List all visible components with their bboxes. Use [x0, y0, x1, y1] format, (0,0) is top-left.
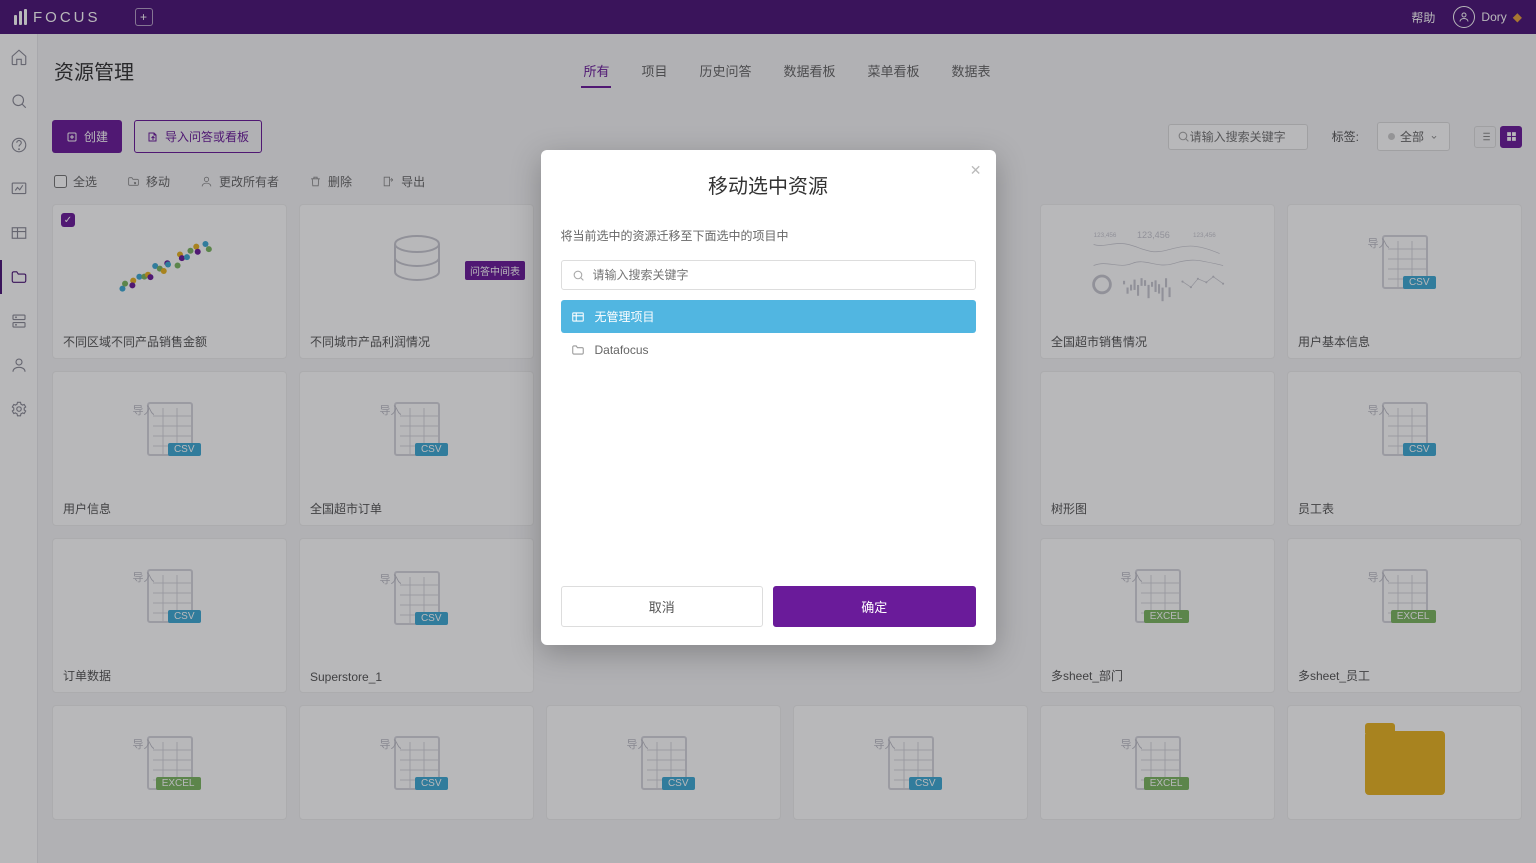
close-icon[interactable]: ✕ — [970, 162, 982, 179]
modal-footer: 取消 确定 — [541, 570, 996, 645]
project-list: 无管理项目 Datafocus — [541, 300, 996, 570]
project-name: 无管理项目 — [595, 308, 655, 325]
modal-overlay[interactable]: ✕ 移动选中资源 将当前选中的资源迁移至下面选中的项目中 无管理项目 Datafo… — [0, 0, 1536, 863]
project-item[interactable]: 无管理项目 — [561, 300, 976, 333]
confirm-button[interactable]: 确定 — [773, 586, 976, 627]
modal-subtitle: 将当前选中的资源迁移至下面选中的项目中 — [541, 227, 996, 254]
modal-title: 移动选中资源 — [541, 170, 996, 199]
move-modal: ✕ 移动选中资源 将当前选中的资源迁移至下面选中的项目中 无管理项目 Datafo… — [541, 150, 996, 645]
modal-search-input[interactable] — [593, 268, 965, 282]
cancel-button[interactable]: 取消 — [561, 586, 764, 627]
project-item[interactable]: Datafocus — [561, 335, 976, 365]
project-name: Datafocus — [595, 343, 649, 357]
modal-search-wrapper[interactable] — [561, 260, 976, 290]
